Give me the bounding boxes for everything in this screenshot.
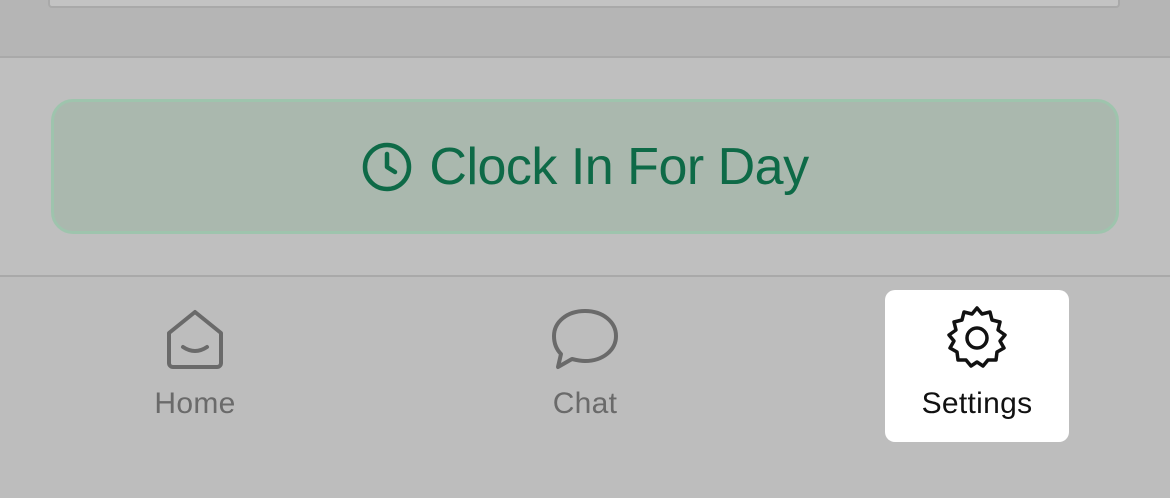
tab-settings[interactable]: Settings	[885, 290, 1069, 442]
gear-icon	[942, 304, 1012, 374]
clock-icon	[361, 141, 413, 193]
clock-in-button[interactable]: Clock In For Day	[51, 99, 1119, 234]
top-background	[0, 0, 1170, 58]
tab-home[interactable]: Home	[103, 290, 287, 442]
bottom-tab-bar: Home Chat Settings	[0, 277, 1170, 498]
clock-in-label: Clock In For Day	[429, 137, 809, 196]
tab-chat[interactable]: Chat	[493, 290, 677, 442]
content-card-bottom-edge	[48, 0, 1120, 8]
tab-home-label: Home	[154, 387, 236, 420]
tab-settings-label: Settings	[921, 387, 1033, 420]
tab-chat-label: Chat	[552, 387, 618, 420]
home-icon	[160, 304, 230, 374]
chat-bubble-icon	[550, 304, 620, 374]
